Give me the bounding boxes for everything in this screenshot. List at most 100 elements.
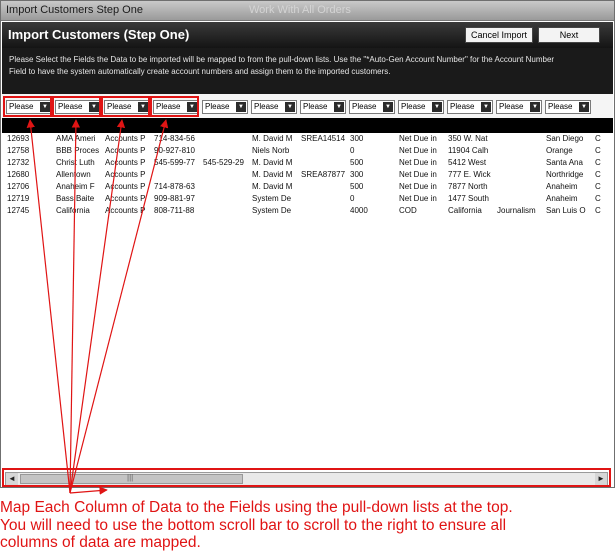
table-cell: 777 E. Wick bbox=[448, 170, 491, 179]
table-cell: C bbox=[595, 194, 601, 203]
field-select-value: Please bbox=[499, 102, 524, 111]
table-cell: Accounts P bbox=[105, 146, 146, 155]
arrow-to-scrollbar bbox=[69, 486, 108, 495]
table-cell: 12693 bbox=[7, 134, 30, 143]
field-select-value: Please bbox=[450, 102, 475, 111]
table-row[interactable]: 12693 AMA Ameri Accounts P 714-834-56 M. Dav… bbox=[2, 133, 613, 145]
next-button[interactable]: Next bbox=[538, 27, 600, 43]
table-cell: Anaheim bbox=[546, 194, 578, 203]
table-row[interactable]: 12745 California Accounts P 808-711-88 Syste… bbox=[2, 205, 613, 217]
chevron-down-icon[interactable]: ▼ bbox=[579, 102, 589, 112]
table-cell: Accounts P bbox=[105, 170, 146, 179]
table-cell: M. David M bbox=[252, 170, 293, 179]
chevron-down-icon[interactable]: ▼ bbox=[481, 102, 491, 112]
chevron-down-icon[interactable]: ▼ bbox=[236, 102, 246, 112]
table-cell: M. David M bbox=[252, 134, 293, 143]
table-cell: 12758 bbox=[7, 146, 30, 155]
table-cell: Net Due in bbox=[399, 194, 437, 203]
table-cell bbox=[301, 157, 348, 169]
table-cell: Accounts P bbox=[105, 182, 146, 191]
table-cell: BBB Proces bbox=[56, 146, 100, 155]
table-cell: 500 bbox=[350, 158, 364, 167]
table-cell: 1477 South bbox=[448, 194, 489, 203]
table-cell: Journalism bbox=[497, 206, 536, 215]
table-cell: 545-529-29 bbox=[203, 158, 244, 167]
window-title: Import Customers Step One bbox=[6, 4, 143, 16]
highlight-selector-1 bbox=[3, 96, 52, 117]
table-cell: Christ Luth bbox=[56, 158, 95, 167]
instructions-line-1: Please Select the Fields the Data to be … bbox=[9, 55, 555, 64]
table-cell bbox=[497, 157, 544, 169]
table-cell: 90-927-810 bbox=[154, 146, 195, 155]
table-row[interactable]: 12758 BBB Proces Accounts P 90-927-810 Niels… bbox=[2, 145, 613, 157]
table-cell bbox=[203, 133, 250, 145]
field-select-10[interactable]: Please ▼ bbox=[447, 100, 493, 114]
table-cell: SREA14514 bbox=[301, 134, 346, 143]
table-cell: Net Due in bbox=[399, 182, 437, 191]
table-cell: System De bbox=[252, 206, 292, 215]
table-cell: Net Due in bbox=[399, 146, 437, 155]
table-cell: 12719 bbox=[7, 194, 30, 203]
table-cell: M. David M bbox=[252, 158, 293, 167]
table-cell: Anaheim bbox=[546, 182, 578, 191]
table-cell: M. David M bbox=[252, 182, 293, 191]
table-row[interactable]: 12706 Anaheim F Accounts P 714-878-63 M. Dav… bbox=[2, 181, 613, 193]
table-cell: 7877 North bbox=[448, 182, 488, 191]
table-cell: Accounts P bbox=[105, 134, 146, 143]
table-cell: 0 bbox=[350, 194, 355, 203]
chevron-down-icon[interactable]: ▼ bbox=[285, 102, 295, 112]
table-cell: Net Due in bbox=[399, 170, 437, 179]
table-cell: 500 bbox=[350, 182, 364, 191]
table-cell: 12680 bbox=[7, 170, 30, 179]
field-select-value: Please bbox=[401, 102, 426, 111]
field-select-11[interactable]: Please ▼ bbox=[496, 100, 542, 114]
table-row[interactable]: 12680 Allentown Accounts P M. David M SREA87… bbox=[2, 169, 613, 181]
chevron-down-icon[interactable]: ▼ bbox=[432, 102, 442, 112]
table-cell: C bbox=[595, 182, 601, 191]
highlight-selector-2 bbox=[52, 96, 101, 117]
chevron-down-icon[interactable]: ▼ bbox=[383, 102, 393, 112]
field-select-12[interactable]: Please ▼ bbox=[545, 100, 591, 114]
highlight-selector-3 bbox=[101, 96, 150, 117]
table-cell: San Diego bbox=[546, 134, 584, 143]
table-cell: C bbox=[595, 146, 601, 155]
table-cell bbox=[497, 193, 544, 205]
import-customers-window: Import Customers Step One Work With All … bbox=[0, 0, 615, 488]
field-select-7[interactable]: Please ▼ bbox=[300, 100, 346, 114]
field-select-6[interactable]: Please ▼ bbox=[251, 100, 297, 114]
table-cell: 714-834-56 bbox=[154, 134, 195, 143]
table-row[interactable]: 12732 Christ Luth Accounts P 545-599-77 545-… bbox=[2, 157, 613, 169]
instructions-line-2: Field to have the system automatically c… bbox=[9, 67, 391, 76]
cancel-import-button[interactable]: Cancel Import bbox=[465, 27, 533, 43]
field-select-9[interactable]: Please ▼ bbox=[398, 100, 444, 114]
chevron-down-icon[interactable]: ▼ bbox=[530, 102, 540, 112]
table-cell: SREA87877 bbox=[301, 170, 346, 179]
page-header: Import Customers (Step One) Cancel Impor… bbox=[2, 22, 613, 48]
table-cell: 545-599-77 bbox=[154, 158, 195, 167]
title-bar[interactable]: Import Customers Step One Work With All … bbox=[1, 1, 614, 21]
table-cell: 12745 bbox=[7, 206, 30, 215]
table-cell: 350 W. Nat bbox=[448, 134, 488, 143]
table-cell: 12732 bbox=[7, 158, 30, 167]
table-cell bbox=[301, 181, 348, 193]
caption-line-2: You will need to use the bottom scroll b… bbox=[0, 516, 507, 534]
table-cell: Niels Norb bbox=[252, 146, 290, 155]
table-cell bbox=[301, 145, 348, 157]
table-row[interactable]: 12719 Bass Baite Accounts P 909-881-97 Syste… bbox=[2, 193, 613, 205]
table-cell: 0 bbox=[350, 146, 355, 155]
table-cell: 4000 bbox=[350, 206, 368, 215]
table-cell bbox=[301, 205, 348, 217]
field-select-5[interactable]: Please ▼ bbox=[202, 100, 248, 114]
table-cell: C bbox=[595, 206, 601, 215]
table-cell: 300 bbox=[350, 170, 364, 179]
table-cell: C bbox=[595, 134, 601, 143]
field-select-value: Please bbox=[303, 102, 328, 111]
table-cell: Accounts P bbox=[105, 194, 146, 203]
table-cell: Accounts P bbox=[105, 206, 146, 215]
table-cell: Orange bbox=[546, 146, 573, 155]
field-select-value: Please bbox=[548, 102, 573, 111]
table-cell: AMA Ameri bbox=[56, 134, 96, 143]
chevron-down-icon[interactable]: ▼ bbox=[334, 102, 344, 112]
caption-line-1: Map Each Column of Data to the Fields us… bbox=[0, 499, 513, 516]
field-select-8[interactable]: Please ▼ bbox=[349, 100, 395, 114]
